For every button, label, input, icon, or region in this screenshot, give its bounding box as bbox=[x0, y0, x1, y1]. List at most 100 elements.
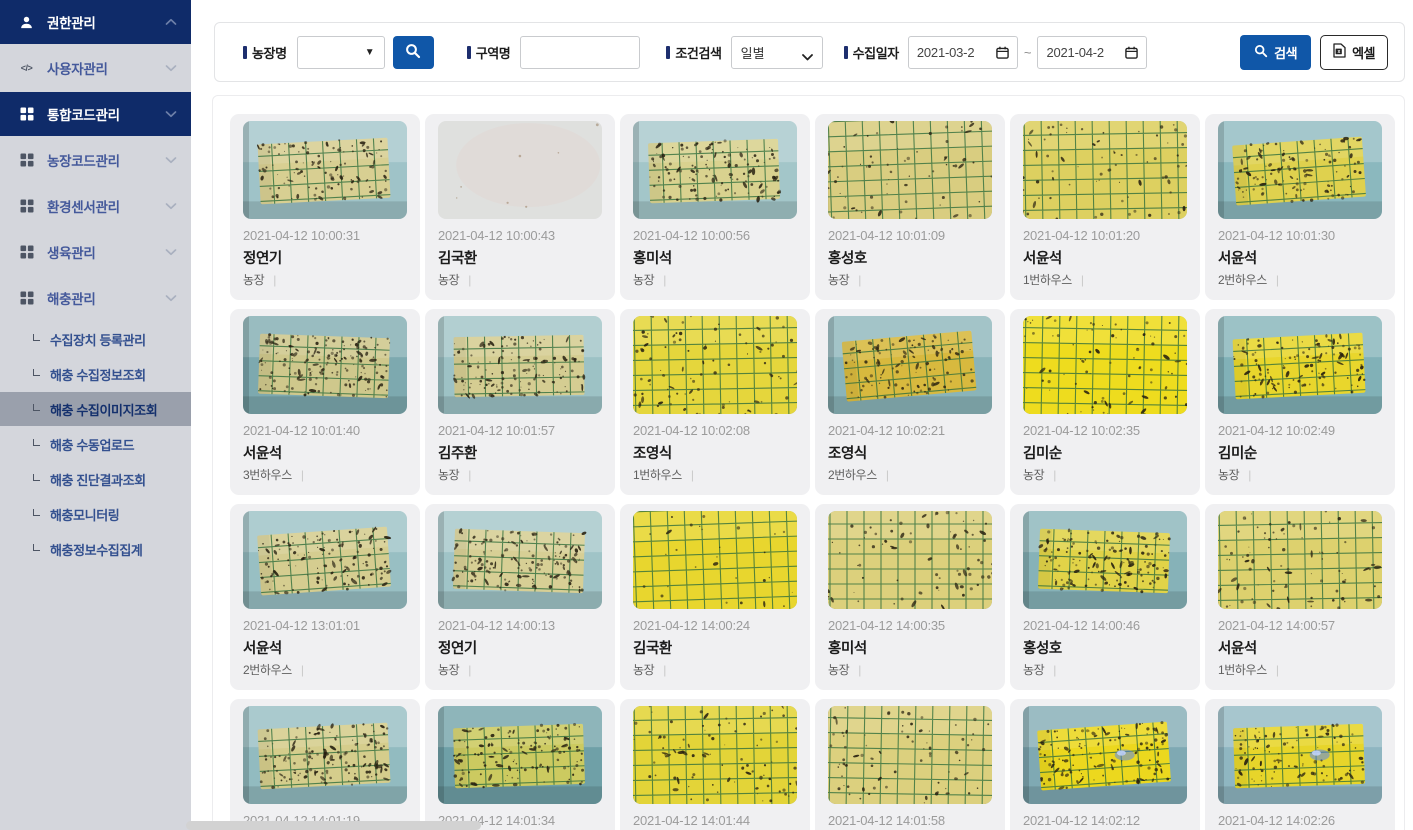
horizontal-scrollbar-thumb[interactable] bbox=[186, 821, 481, 830]
pest-image-card[interactable]: 2021-04-12 14:02:12 김미순 | bbox=[1010, 699, 1200, 830]
trap-photo[interactable] bbox=[1218, 706, 1382, 804]
farmer-name: 정연기 bbox=[438, 637, 602, 658]
sidebar-subitem-label: 해충 수집정보조회 bbox=[50, 365, 146, 384]
sidebar-subitem[interactable]: 해충 수집이미지조회 bbox=[0, 392, 191, 426]
sidebar-item-3[interactable]: 농장코드관리 bbox=[0, 138, 191, 182]
pest-image-card[interactable]: 2021-04-12 10:02:35 김미순 농장 | bbox=[1010, 309, 1200, 495]
pest-image-card[interactable]: 2021-04-12 14:01:19 서윤석 | bbox=[230, 699, 420, 830]
trap-photo[interactable] bbox=[438, 121, 602, 219]
sidebar-item-6[interactable]: 해충관리 bbox=[0, 276, 191, 320]
pest-image-card[interactable]: 2021-04-12 10:02:21 조영식 2번하우스 | bbox=[815, 309, 1005, 495]
sidebar-subitem[interactable]: 수집장치 등록관리 bbox=[0, 322, 191, 356]
search-icon bbox=[1254, 44, 1268, 61]
excel-file-icon: x bbox=[1333, 43, 1346, 61]
condition-select[interactable]: 일별 bbox=[731, 36, 823, 69]
pest-image-card[interactable]: 2021-04-12 10:02:08 조영식 1번하우스 | bbox=[620, 309, 810, 495]
separator-bar: | bbox=[1276, 663, 1279, 677]
chevron-down-icon bbox=[165, 110, 177, 118]
location-label: 농장 bbox=[633, 661, 654, 678]
capture-timestamp: 2021-04-12 14:00:46 bbox=[1023, 618, 1187, 633]
farmer-name: 홍미석 bbox=[828, 637, 992, 658]
trap-photo[interactable] bbox=[243, 121, 407, 219]
trap-photo[interactable] bbox=[243, 316, 407, 414]
sidebar: 권한관리 </> 사용자관리 통합코드관리 농장코드관리 환경센서관리 생육관리… bbox=[0, 0, 191, 830]
pest-image-card[interactable]: 2021-04-12 10:01:57 김주환 농장 | bbox=[425, 309, 615, 495]
pest-image-card[interactable]: 2021-04-12 14:00:13 정연기 농장 | bbox=[425, 504, 615, 690]
pest-image-card[interactable]: 2021-04-12 10:00:56 홍미석 농장 | bbox=[620, 114, 810, 300]
trap-photo[interactable] bbox=[243, 706, 407, 804]
trap-photo[interactable] bbox=[1023, 706, 1187, 804]
sidebar-subitem[interactable]: 해충 진단결과조회 bbox=[0, 462, 191, 496]
pest-image-card[interactable]: 2021-04-12 14:02:26 김미순 | bbox=[1205, 699, 1395, 830]
trap-photo[interactable] bbox=[1023, 511, 1187, 609]
trap-photo[interactable] bbox=[243, 511, 407, 609]
excel-button[interactable]: x 엑셀 bbox=[1320, 35, 1388, 70]
pest-image-card[interactable]: 2021-04-12 14:01:34 김주환 | bbox=[425, 699, 615, 830]
trap-photo[interactable] bbox=[1023, 121, 1187, 219]
sidebar-item-2[interactable]: 통합코드관리 bbox=[0, 92, 191, 136]
date-from-value: 2021-03-2 bbox=[917, 45, 974, 60]
pest-image-card[interactable]: 2021-04-12 14:00:35 홍미석 농장 | bbox=[815, 504, 1005, 690]
sidebar-subitem[interactable]: 해충모니터링 bbox=[0, 497, 191, 531]
capture-timestamp: 2021-04-12 14:01:44 bbox=[633, 813, 797, 828]
trap-photo[interactable] bbox=[1023, 316, 1187, 414]
pest-image-card[interactable]: 2021-04-12 10:00:43 김국환 농장 | bbox=[425, 114, 615, 300]
trap-photo[interactable] bbox=[828, 511, 992, 609]
trap-photo[interactable] bbox=[633, 706, 797, 804]
sidebar-subitem[interactable]: 해충 수집정보조회 bbox=[0, 357, 191, 391]
trap-photo[interactable] bbox=[828, 706, 992, 804]
trap-photo[interactable] bbox=[633, 316, 797, 414]
pest-image-card[interactable]: 2021-04-12 10:00:31 정연기 농장 | bbox=[230, 114, 420, 300]
trap-photo[interactable] bbox=[438, 316, 602, 414]
sidebar-subitem-label: 해충모니터링 bbox=[50, 505, 119, 524]
pest-image-card[interactable]: 2021-04-12 14:00:57 서윤석 1번하우스 | bbox=[1205, 504, 1395, 690]
location-label: 농장 bbox=[243, 271, 264, 288]
pest-image-card[interactable]: 2021-04-12 10:02:49 김미순 농장 | bbox=[1205, 309, 1395, 495]
trap-photo[interactable] bbox=[633, 121, 797, 219]
date-to-input[interactable]: 2021-04-2 bbox=[1037, 36, 1147, 69]
sidebar-item-5[interactable]: 생육관리 bbox=[0, 230, 191, 274]
sidebar-item-4[interactable]: 환경센서관리 bbox=[0, 184, 191, 228]
farm-search-icon-button[interactable] bbox=[393, 36, 434, 69]
trap-photo[interactable] bbox=[438, 706, 602, 804]
date-from-input[interactable]: 2021-03-2 bbox=[908, 36, 1018, 69]
separator-bar: | bbox=[1053, 468, 1056, 482]
trap-photo[interactable] bbox=[438, 511, 602, 609]
l-branch-icon bbox=[33, 404, 40, 411]
location-label: 농장 bbox=[828, 271, 849, 288]
capture-timestamp: 2021-04-12 10:02:49 bbox=[1218, 423, 1382, 438]
sidebar-subitem[interactable]: 해충 수동업로드 bbox=[0, 427, 191, 461]
sidebar-subitem[interactable]: 해충정보수집집계 bbox=[0, 532, 191, 566]
sidebar-item-1[interactable]: </> 사용자관리 bbox=[0, 46, 191, 90]
location-label: 3번하우스 bbox=[243, 466, 292, 483]
trap-photo[interactable] bbox=[828, 316, 992, 414]
trap-photo[interactable] bbox=[828, 121, 992, 219]
pest-image-card[interactable]: 2021-04-12 10:01:09 홍성호 농장 | bbox=[815, 114, 1005, 300]
sidebar-item-label: 통합코드관리 bbox=[47, 104, 165, 124]
separator-bar: | bbox=[273, 273, 276, 287]
sidebar-item-0[interactable]: 권한관리 bbox=[0, 0, 191, 44]
sidebar-subitem-label: 수집장치 등록관리 bbox=[50, 330, 146, 349]
grid-icon bbox=[18, 290, 35, 307]
pest-image-card[interactable]: 2021-04-12 10:01:20 서윤석 1번하우스 | bbox=[1010, 114, 1200, 300]
farm-name-select[interactable]: ▼ bbox=[297, 36, 385, 69]
separator-bar: | bbox=[301, 468, 304, 482]
trap-photo[interactable] bbox=[1218, 316, 1382, 414]
pest-image-card[interactable]: 2021-04-12 14:00:24 김국환 농장 | bbox=[620, 504, 810, 690]
pest-image-card[interactable]: 2021-04-12 14:01:44 조영식 | bbox=[620, 699, 810, 830]
trap-photo[interactable] bbox=[1218, 121, 1382, 219]
trap-photo[interactable] bbox=[633, 511, 797, 609]
zone-name-input[interactable] bbox=[520, 36, 640, 69]
pest-image-card[interactable]: 2021-04-12 10:01:30 서윤석 2번하우스 | bbox=[1205, 114, 1395, 300]
pest-image-card[interactable]: 2021-04-12 14:00:46 홍성호 농장 | bbox=[1010, 504, 1200, 690]
sidebar-subitem-label: 해충 수동업로드 bbox=[50, 435, 134, 454]
sidebar-subitem-label: 해충 진단결과조회 bbox=[50, 470, 146, 489]
location-row: 1번하우스 | bbox=[1023, 272, 1187, 287]
pest-image-card[interactable]: 2021-04-12 14:01:58 조영식 | bbox=[815, 699, 1005, 830]
pest-image-card[interactable]: 2021-04-12 13:01:01 서윤석 2번하우스 | bbox=[230, 504, 420, 690]
trap-photo[interactable] bbox=[1218, 511, 1382, 609]
location-row: 농장 | bbox=[1023, 467, 1187, 482]
search-button[interactable]: 검색 bbox=[1240, 35, 1311, 70]
pest-image-card[interactable]: 2021-04-12 10:01:40 서윤석 3번하우스 | bbox=[230, 309, 420, 495]
separator-bar: | bbox=[301, 663, 304, 677]
